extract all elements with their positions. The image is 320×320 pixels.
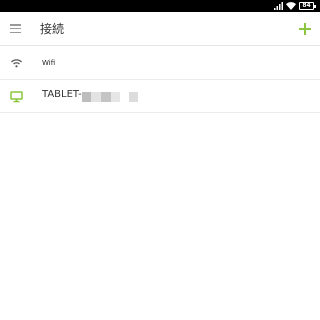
monitor-icon	[10, 91, 23, 103]
signal-icon	[274, 2, 283, 10]
list-item-label: Wifi	[42, 59, 56, 67]
redacted-text	[129, 92, 138, 102]
list-item-tablet[interactable]: TABLET-	[0, 80, 320, 113]
wifi-icon	[11, 59, 22, 68]
list-item-wifi[interactable]: Wifi	[0, 47, 320, 80]
redacted-text	[111, 92, 120, 102]
add-icon[interactable]	[297, 21, 313, 37]
connection-list: Wifi TABLET-	[0, 47, 320, 113]
status-icons: 84	[274, 1, 316, 11]
list-item-label: TABLET-	[42, 89, 82, 100]
battery-icon: 84	[299, 2, 316, 10]
redacted-text	[82, 92, 91, 102]
page-title: 接続	[40, 22, 65, 36]
redacted-text	[91, 92, 101, 102]
redacted-text	[101, 92, 111, 102]
status-bar: 84	[0, 0, 320, 12]
menu-icon[interactable]	[10, 24, 21, 33]
wifi-status-icon	[286, 2, 296, 10]
toolbar: 接続	[0, 12, 320, 46]
